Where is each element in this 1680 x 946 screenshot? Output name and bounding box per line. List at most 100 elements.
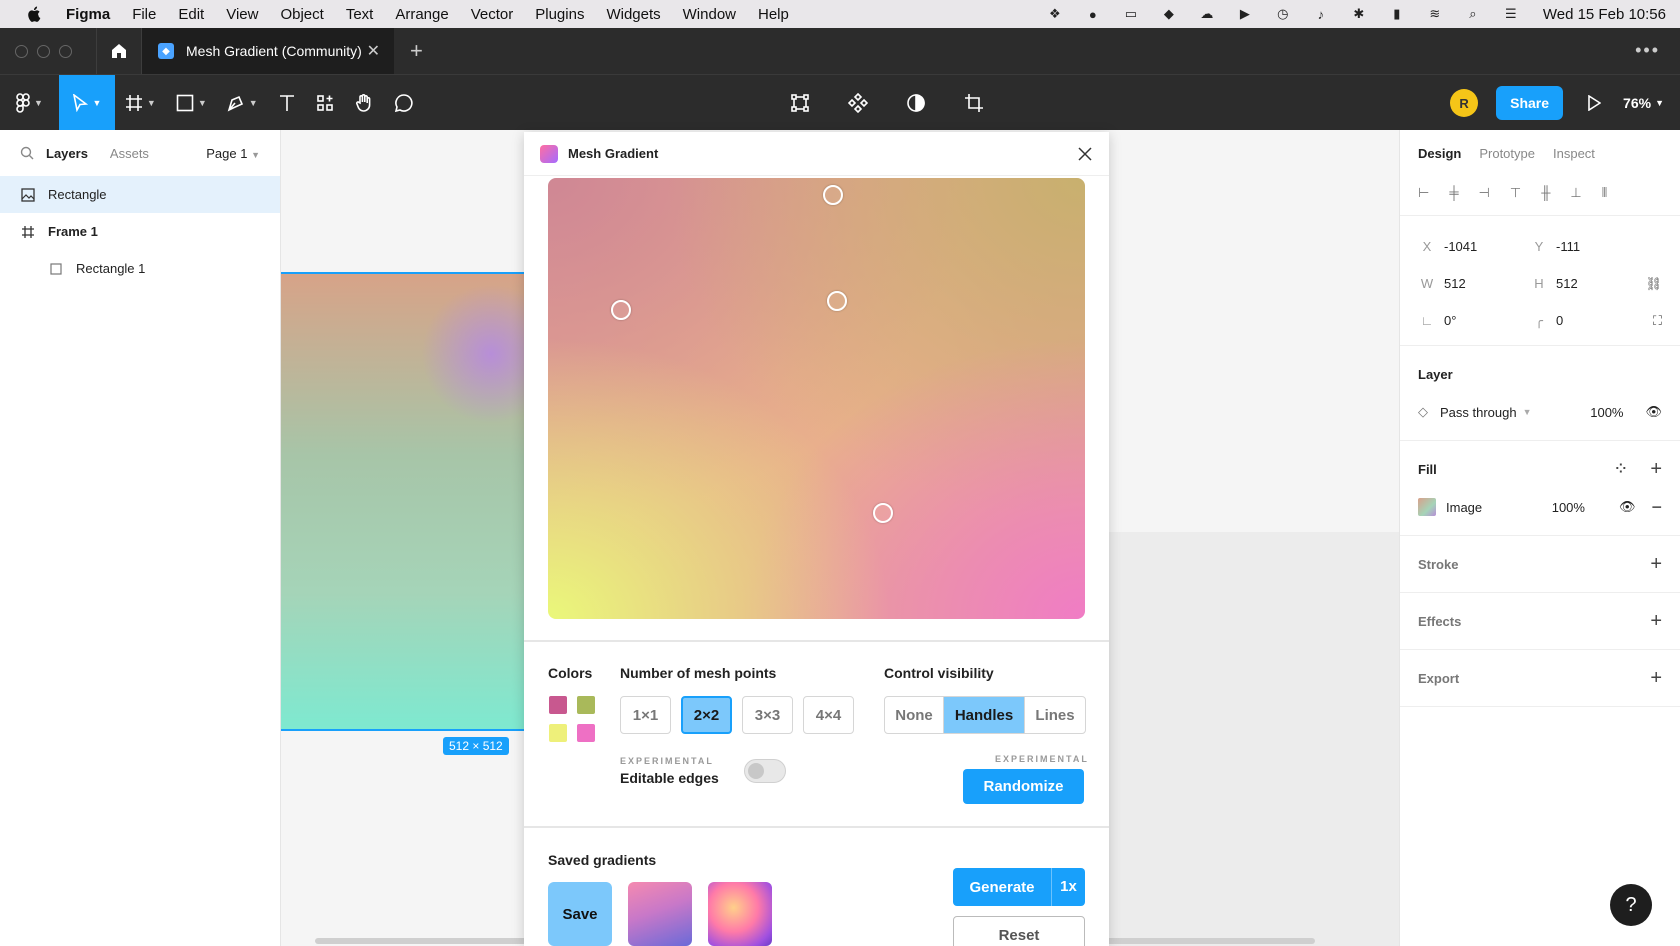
layer-rectangle[interactable]: Rectangle bbox=[0, 176, 280, 213]
edit-object-button[interactable] bbox=[780, 75, 820, 131]
volume-icon[interactable]: ♪ bbox=[1311, 6, 1331, 22]
saved-gradient-thumbnail[interactable] bbox=[708, 882, 772, 946]
styles-icon[interactable]: ⁘ bbox=[1615, 461, 1626, 477]
control-center-icon[interactable]: ☰ bbox=[1501, 6, 1521, 22]
wifi-icon[interactable]: ≋ bbox=[1425, 6, 1445, 22]
blend-mode-select[interactable]: Pass through bbox=[1440, 405, 1517, 420]
mesh-handle[interactable] bbox=[823, 185, 843, 205]
menu-text[interactable]: Text bbox=[346, 6, 374, 23]
close-tab-icon[interactable]: ✕ bbox=[367, 41, 380, 61]
main-menu-button[interactable]: ▼ bbox=[0, 75, 53, 131]
grammarly-icon[interactable]: ● bbox=[1083, 6, 1103, 22]
add-stroke-icon[interactable]: + bbox=[1650, 553, 1662, 576]
mask-button[interactable] bbox=[896, 75, 936, 131]
crop-button[interactable] bbox=[954, 75, 994, 131]
height-input[interactable]: 512 bbox=[1556, 276, 1578, 291]
tab-design[interactable]: Design bbox=[1418, 146, 1461, 161]
width-input[interactable]: 512 bbox=[1444, 276, 1466, 291]
menu-vector[interactable]: Vector bbox=[471, 6, 514, 23]
figma-icon[interactable]: ❖ bbox=[1045, 6, 1065, 22]
time-machine-icon[interactable]: ◷ bbox=[1273, 6, 1293, 22]
tab-layers[interactable]: Layers bbox=[46, 146, 88, 161]
bluetooth-icon[interactable]: ✱ bbox=[1349, 6, 1369, 22]
save-gradient-button[interactable]: Save bbox=[548, 882, 612, 946]
distribute-icon[interactable]: ⫴ bbox=[1602, 185, 1607, 201]
align-middle-vertical-icon[interactable]: ╫ bbox=[1541, 185, 1550, 200]
color-swatch[interactable] bbox=[549, 696, 567, 714]
layer-frame-1[interactable]: Frame 1 bbox=[0, 213, 280, 250]
align-top-icon[interactable]: ⊤ bbox=[1510, 185, 1521, 201]
align-bottom-icon[interactable]: ⊥ bbox=[1570, 185, 1581, 201]
mesh-3x3-button[interactable]: 3×3 bbox=[742, 696, 793, 734]
menu-window[interactable]: Window bbox=[683, 6, 736, 23]
tab-assets[interactable]: Assets bbox=[110, 146, 149, 161]
menu-view[interactable]: View bbox=[226, 6, 258, 23]
close-window-button[interactable] bbox=[15, 44, 28, 58]
creative-cloud-icon[interactable]: ☁ bbox=[1197, 6, 1217, 22]
wd-icon[interactable]: ▭ bbox=[1121, 6, 1141, 22]
independent-corners-icon[interactable]: ⛶ bbox=[1653, 313, 1662, 329]
zoom-level[interactable]: 76% bbox=[1623, 95, 1651, 111]
new-tab-button[interactable]: + bbox=[410, 38, 423, 64]
fill-swatch[interactable] bbox=[1418, 498, 1436, 516]
add-export-icon[interactable]: + bbox=[1650, 667, 1662, 690]
share-button[interactable]: Share bbox=[1496, 86, 1564, 120]
saved-gradient-thumbnail[interactable] bbox=[628, 882, 692, 946]
eye-icon[interactable]: 👁 bbox=[1645, 404, 1662, 420]
clock[interactable]: Wed 15 Feb 10:56 bbox=[1543, 6, 1666, 23]
mesh-gradient-preview[interactable] bbox=[548, 178, 1085, 619]
pen-tool[interactable]: ▼ bbox=[217, 75, 268, 131]
layer-opacity-input[interactable]: 100% bbox=[1590, 405, 1623, 420]
fill-opacity-input[interactable]: 100% bbox=[1552, 500, 1585, 515]
selected-rectangle[interactable] bbox=[281, 272, 561, 731]
chevron-down-icon[interactable]: ▼ bbox=[1655, 98, 1664, 108]
home-tab[interactable] bbox=[96, 28, 142, 74]
layer-rectangle-1[interactable]: Rectangle 1 bbox=[0, 250, 280, 287]
color-swatch[interactable] bbox=[577, 724, 595, 742]
menu-file[interactable]: File bbox=[132, 6, 156, 23]
tab-prototype[interactable]: Prototype bbox=[1479, 146, 1535, 161]
comment-tool[interactable] bbox=[384, 75, 424, 131]
move-tool[interactable]: ▼ bbox=[58, 74, 115, 131]
eye-icon[interactable]: 👁 bbox=[1619, 499, 1636, 515]
corner-radius-input[interactable]: 0 bbox=[1556, 313, 1563, 328]
align-right-icon[interactable]: ⊣ bbox=[1479, 185, 1490, 201]
apple-icon[interactable] bbox=[24, 5, 44, 23]
page-selector[interactable]: Page 1 ▼ bbox=[206, 146, 260, 161]
resources-tool[interactable] bbox=[306, 75, 344, 131]
zoom-window-button[interactable] bbox=[59, 44, 72, 58]
mesh-1x1-button[interactable]: 1×1 bbox=[620, 696, 671, 734]
add-fill-icon[interactable]: + bbox=[1650, 458, 1662, 481]
visibility-handles-button[interactable]: Handles bbox=[944, 697, 1025, 733]
component-button[interactable] bbox=[838, 75, 878, 131]
mesh-2x2-button[interactable]: 2×2 bbox=[681, 696, 732, 734]
rotation-input[interactable]: 0° bbox=[1444, 313, 1456, 328]
generate-button[interactable]: Generate 1x bbox=[953, 868, 1085, 906]
menu-widgets[interactable]: Widgets bbox=[606, 6, 660, 23]
mesh-handle[interactable] bbox=[611, 300, 631, 320]
menu-app-figma[interactable]: Figma bbox=[66, 6, 110, 23]
add-effect-icon[interactable]: + bbox=[1650, 610, 1662, 633]
menu-help[interactable]: Help bbox=[758, 6, 789, 23]
x-input[interactable]: -1041 bbox=[1444, 239, 1477, 254]
visibility-lines-button[interactable]: Lines bbox=[1025, 697, 1085, 733]
text-tool[interactable] bbox=[268, 75, 306, 131]
shape-tool[interactable]: ▼ bbox=[166, 75, 217, 131]
align-left-icon[interactable]: ⊢ bbox=[1418, 185, 1429, 201]
present-icon[interactable] bbox=[1587, 95, 1602, 111]
help-button[interactable]: ? bbox=[1610, 884, 1652, 926]
hand-tool[interactable] bbox=[344, 75, 384, 131]
file-tab[interactable]: ◆ Mesh Gradient (Community) ✕ bbox=[142, 28, 394, 74]
dropbox-icon[interactable]: ◆ bbox=[1159, 6, 1179, 22]
search-icon[interactable] bbox=[20, 146, 34, 160]
randomize-button[interactable]: Randomize bbox=[963, 769, 1084, 804]
minimize-window-button[interactable] bbox=[37, 44, 50, 58]
editable-edges-toggle[interactable] bbox=[744, 759, 786, 783]
tab-inspect[interactable]: Inspect bbox=[1553, 146, 1595, 161]
remove-fill-icon[interactable]: − bbox=[1651, 497, 1662, 518]
menu-plugins[interactable]: Plugins bbox=[535, 6, 584, 23]
frame-tool[interactable]: ▼ bbox=[115, 75, 166, 131]
close-icon[interactable] bbox=[1077, 146, 1093, 162]
visibility-none-button[interactable]: None bbox=[885, 697, 944, 733]
fill-type[interactable]: Image bbox=[1446, 500, 1482, 515]
